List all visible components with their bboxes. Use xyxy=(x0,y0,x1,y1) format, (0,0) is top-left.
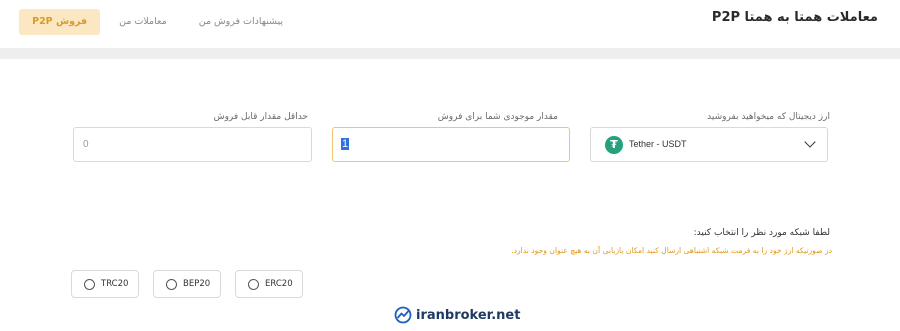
network-label-erc20: ERC20 xyxy=(265,279,293,289)
currency-select[interactable]: ₮ Tether - USDT xyxy=(590,127,828,162)
available-amount-input[interactable]: 1 xyxy=(332,127,570,162)
radio-bep20[interactable] xyxy=(166,279,177,290)
network-title: لطفا شبکه مورد نظر را انتخاب کنید: xyxy=(693,228,830,238)
min-amount-value: 0 xyxy=(83,139,89,150)
tab-my-trades[interactable]: معاملات من xyxy=(106,9,180,35)
page-title: معاملات همتا به همتا P2P xyxy=(711,10,878,25)
trend-logo-icon xyxy=(394,306,412,324)
radio-trc20[interactable] xyxy=(84,279,95,290)
network-warning: در صورتیکه ارز خود را به فرمت شبکه اشتبا… xyxy=(511,246,832,255)
network-label-bep20: BEP20 xyxy=(183,279,211,289)
network-option-trc20[interactable]: TRC20 xyxy=(71,270,139,298)
currency-label: ارز دیجیتال که میخواهید بفروشید xyxy=(707,112,830,122)
network-label-trc20: TRC20 xyxy=(101,279,129,289)
min-amount-label: حداقل مقدار قابل فروش xyxy=(213,112,308,122)
chevron-down-icon xyxy=(804,136,816,148)
network-option-bep20[interactable]: BEP20 xyxy=(153,270,221,298)
top-bar: معاملات همتا به همتا P2P خرید P2P فروش P… xyxy=(0,0,900,48)
watermark-text: iranbroker.net xyxy=(416,307,521,323)
available-amount-label: مقدار موجودی شما برای فروش xyxy=(437,112,558,122)
network-option-erc20[interactable]: ERC20 xyxy=(235,270,303,298)
watermark: iranbroker.net xyxy=(394,306,520,324)
tab-bar: خرید P2P فروش P2P معاملات من پیشنهادات ف… xyxy=(0,9,296,35)
tab-buy-p2p[interactable]: خرید P2P xyxy=(0,9,13,35)
tab-sell-p2p[interactable]: فروش P2P xyxy=(19,9,101,35)
currency-selected-value: Tether - USDT xyxy=(629,139,687,149)
radio-erc20[interactable] xyxy=(248,279,259,290)
section-divider xyxy=(0,48,900,59)
min-amount-input[interactable]: 0 xyxy=(73,127,312,162)
tether-icon: ₮ xyxy=(605,136,623,154)
available-amount-value: 1 xyxy=(341,138,350,150)
tab-my-sell-offers[interactable]: پیشنهادات فروش من xyxy=(186,9,296,35)
